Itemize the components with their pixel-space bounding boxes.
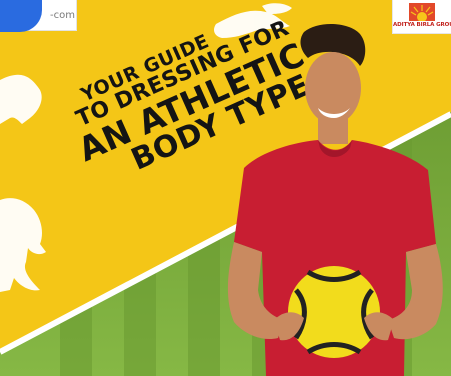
site-logo-text: -com	[50, 10, 75, 21]
article-banner: -com ADITYA BIRLA GROUP YOUR GUIDE TO DR…	[0, 0, 451, 376]
site-logo-mark	[0, 0, 42, 32]
sun-logo-icon	[409, 3, 435, 21]
site-logo[interactable]: -com	[0, 0, 77, 32]
athlete-illustration	[227, 23, 443, 376]
